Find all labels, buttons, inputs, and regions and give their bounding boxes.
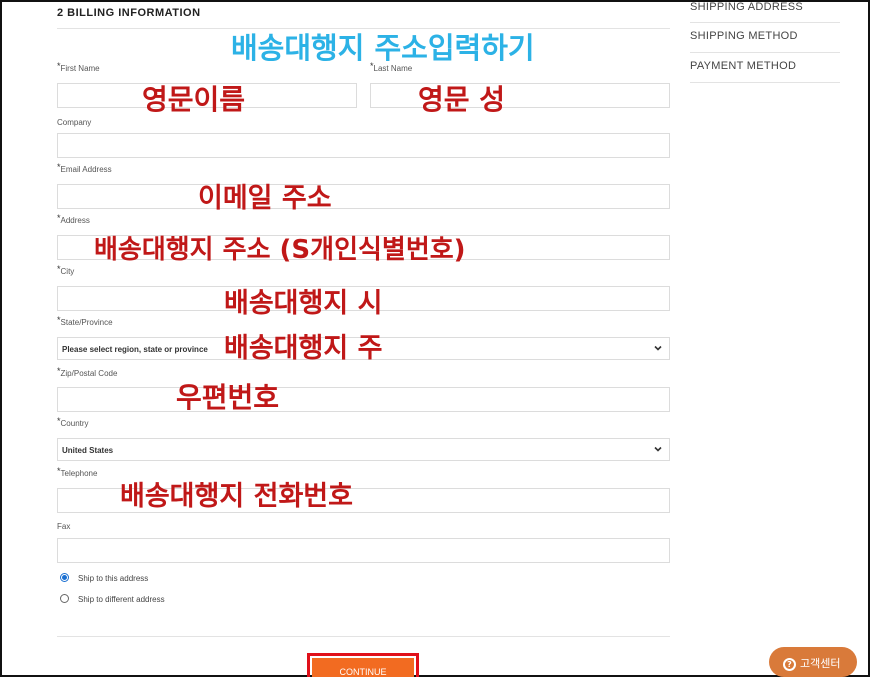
country-select[interactable]: United States	[57, 438, 670, 461]
chevron-down-icon	[654, 345, 662, 351]
sidebar-item-shipping-method[interactable]: SHIPPING METHOD	[690, 23, 840, 53]
zip-input[interactable]	[57, 387, 670, 412]
customer-center-button[interactable]: ? 고객센터	[769, 647, 857, 677]
ship-to-different-label: Ship to different address	[78, 595, 165, 604]
sidebar-item-payment-method[interactable]: PAYMENT METHOD	[690, 53, 840, 83]
customer-center-label: 고객센터	[800, 657, 841, 670]
zip-label: *Zip/Postal Code	[57, 366, 118, 378]
annotation-city: 배송대행지 시	[224, 288, 383, 319]
fax-input[interactable]	[57, 538, 670, 563]
email-label: *Email Address	[57, 162, 112, 174]
form-divider	[57, 636, 670, 637]
ship-to-this-radio[interactable]	[60, 573, 69, 582]
section-title: 2 BILLING INFORMATION	[57, 7, 201, 19]
annotation-zip: 우편번호	[176, 381, 280, 414]
ship-to-this-label: Ship to this address	[78, 574, 149, 583]
address-label: *Address	[57, 213, 90, 225]
annotation-header: 배송대행지 주소입력하기	[231, 31, 535, 65]
annotation-state: 배송대행지 주	[224, 333, 383, 364]
ship-to-different-radio[interactable]	[60, 594, 69, 603]
sidebar-item-shipping-address[interactable]: SHIPPING ADDRESS	[690, 0, 840, 23]
fax-label: Fax	[57, 522, 71, 531]
state-label: *State/Province	[57, 315, 113, 327]
annotation-email: 이메일 주소	[198, 183, 332, 214]
annotation-telephone: 배송대행지 전화번호	[120, 481, 353, 512]
last-name-input[interactable]	[370, 83, 670, 108]
email-input[interactable]	[57, 184, 670, 209]
chevron-down-icon	[654, 446, 662, 452]
company-input[interactable]	[57, 133, 670, 158]
first-name-label: *First Name	[57, 61, 100, 73]
telephone-label: *Telephone	[57, 466, 98, 478]
checkout-progress-sidebar: SHIPPING ADDRESS SHIPPING METHOD PAYMENT…	[690, 0, 840, 83]
annotation-first-name: 영문이름	[142, 83, 246, 116]
question-icon: ?	[783, 657, 796, 671]
annotation-address: 배송대행지 주소 (S개인식별번호)	[94, 235, 466, 265]
continue-button-highlight: CONTINUE	[307, 653, 419, 677]
continue-button[interactable]: CONTINUE	[312, 658, 414, 677]
city-label: *City	[57, 264, 75, 276]
country-label: *Country	[57, 416, 89, 428]
company-label: Company	[57, 118, 92, 127]
annotation-last-name: 영문 성	[418, 83, 506, 116]
